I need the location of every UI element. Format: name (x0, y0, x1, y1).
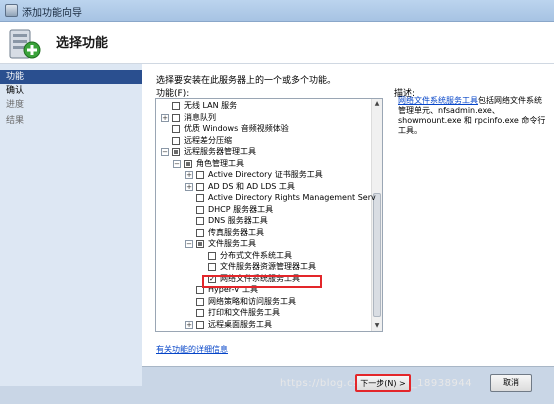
feature-label: 远程服务器管理工具 (184, 147, 256, 156)
nav-step-features[interactable]: 功能 (0, 70, 142, 84)
feature-checkbox[interactable] (196, 205, 204, 214)
feature-label: 文件服务器资源管理器工具 (220, 262, 316, 271)
tree-row[interactable]: 打印和文件服务工具 (156, 308, 370, 318)
collapse-icon[interactable]: − (185, 240, 193, 248)
expand-icon[interactable]: + (185, 171, 193, 179)
page-title: 选择功能 (56, 36, 109, 51)
instruction-text: 选择要安装在此服务器上的一个或多个功能。 (156, 76, 337, 86)
feature-label: 传真服务器工具 (208, 227, 264, 237)
wizard-header: 选择功能 (0, 22, 554, 64)
scrollbar-thumb[interactable] (373, 193, 381, 317)
feature-label: DHCP 服务器工具 (208, 204, 274, 214)
description-body: 网络文件系统服务工具包括网络文件系统管理单元、nfsadmin.exe、show… (398, 96, 546, 136)
footer-separator (142, 366, 554, 367)
nav-step-progress: 进度 (6, 100, 25, 110)
feature-label: 打印和文件服务工具 (208, 308, 280, 317)
feature-label: 优质 Windows 音频视频体验 (184, 124, 289, 133)
highlight-annotation (202, 275, 322, 288)
tree-vertical-scrollbar[interactable]: ▲ ▼ (371, 99, 382, 331)
tree-row[interactable]: DNS 服务器工具 (156, 216, 370, 226)
feature-label: Active Directory 证书服务工具 (208, 170, 323, 179)
tree-row[interactable]: 传真服务器工具 (156, 228, 370, 238)
tree-row[interactable]: − 远程服务器管理工具 (156, 147, 370, 157)
tree-row[interactable]: 分布式文件系统工具 (156, 251, 370, 261)
tree-row[interactable]: 远程差分压缩 (156, 136, 370, 146)
nav-step-confirm[interactable]: 确认 (0, 84, 142, 98)
tree-row[interactable]: 优质 Windows 音频视频体验 (156, 124, 370, 134)
expand-icon[interactable]: + (185, 182, 193, 191)
wizard-steps-nav: 功能 确认 进度 结果 (0, 64, 142, 386)
tree-row[interactable]: + 消息队列 (156, 113, 370, 123)
feature-checkbox[interactable] (172, 148, 180, 156)
window-title: 添加功能向导 (22, 8, 82, 19)
tree-row[interactable]: − 文件服务工具 (156, 239, 370, 249)
tree-row[interactable]: 文件服务器资源管理器工具 (156, 262, 370, 272)
feature-label: 文件服务工具 (208, 239, 256, 248)
description-feature-link[interactable]: 网络文件系统服务工具 (398, 96, 478, 105)
expand-icon[interactable]: + (161, 113, 169, 122)
tree-row[interactable]: Active Directory Rights Management Serv (156, 193, 376, 203)
scroll-up-icon[interactable]: ▲ (373, 99, 381, 108)
feature-label: AD DS 和 AD LDS 工具 (208, 181, 295, 191)
more-info-link[interactable]: 有关功能的详细信息 (156, 344, 228, 355)
cancel-button[interactable]: 取消 (490, 374, 532, 392)
feature-label: Active Directory Rights Management Serv (208, 193, 376, 202)
feature-label: DNS 服务器工具 (208, 216, 268, 225)
feature-label: 无线 LAN 服务 (184, 101, 238, 110)
feature-checkbox[interactable] (196, 171, 204, 179)
feature-checkbox[interactable] (196, 194, 204, 202)
feature-checkbox[interactable] (196, 309, 204, 317)
feature-label: 分布式文件系统工具 (220, 250, 292, 260)
tree-row[interactable]: 网络策略和访问服务工具 (156, 297, 370, 307)
tree-row[interactable]: + AD DS 和 AD LDS 工具 (156, 182, 370, 192)
feature-label: 角色管理工具 (196, 158, 244, 168)
feature-checkbox[interactable] (172, 102, 180, 110)
nav-step-results: 结果 (6, 116, 25, 126)
feature-checkbox[interactable] (184, 159, 192, 168)
feature-checkbox[interactable] (172, 125, 180, 133)
tree-row[interactable]: 无线 LAN 服务 (156, 101, 370, 111)
feature-checkbox[interactable] (196, 182, 204, 191)
feature-checkbox[interactable] (196, 297, 204, 306)
next-button[interactable]: 下一步(N) > (355, 374, 411, 392)
feature-checkbox[interactable] (196, 320, 204, 329)
title-bar[interactable]: 添加功能向导 (0, 0, 554, 22)
feature-checkbox[interactable] (208, 263, 216, 271)
tree-row[interactable]: + 远程桌面服务工具 (156, 320, 370, 330)
feature-checkbox[interactable] (172, 113, 180, 122)
main-content: 选择要安装在此服务器上的一个或多个功能。 功能(F): ▲ ▼ 无线 LAN 服… (142, 64, 554, 366)
feature-checkbox[interactable] (208, 251, 216, 260)
server-add-feature-icon (9, 29, 41, 59)
feature-checkbox[interactable] (196, 240, 204, 248)
features-tree[interactable]: ▲ ▼ 无线 LAN 服务 + 消息队列优质 Windows 音频视频体验 远程差分压… (155, 98, 383, 332)
feature-label: 消息队列 (184, 112, 216, 122)
feature-label: 网络策略和访问服务工具 (208, 296, 296, 306)
tree-row[interactable]: + Active Directory 证书服务工具 (156, 170, 370, 180)
collapse-icon[interactable]: − (173, 159, 181, 168)
tree-row[interactable]: DHCP 服务器工具 (156, 205, 370, 215)
feature-label: 远程差分压缩 (184, 135, 232, 145)
expand-icon[interactable]: + (185, 320, 193, 329)
feature-label: 远程桌面服务工具 (208, 319, 272, 329)
collapse-icon[interactable]: − (161, 148, 169, 156)
feature-checkbox[interactable] (196, 228, 204, 237)
wizard-app-icon (5, 4, 18, 17)
feature-checkbox[interactable] (172, 136, 180, 145)
feature-checkbox[interactable] (196, 217, 204, 225)
scroll-down-icon[interactable]: ▼ (373, 321, 381, 330)
tree-row[interactable]: − 角色管理工具 (156, 159, 370, 169)
